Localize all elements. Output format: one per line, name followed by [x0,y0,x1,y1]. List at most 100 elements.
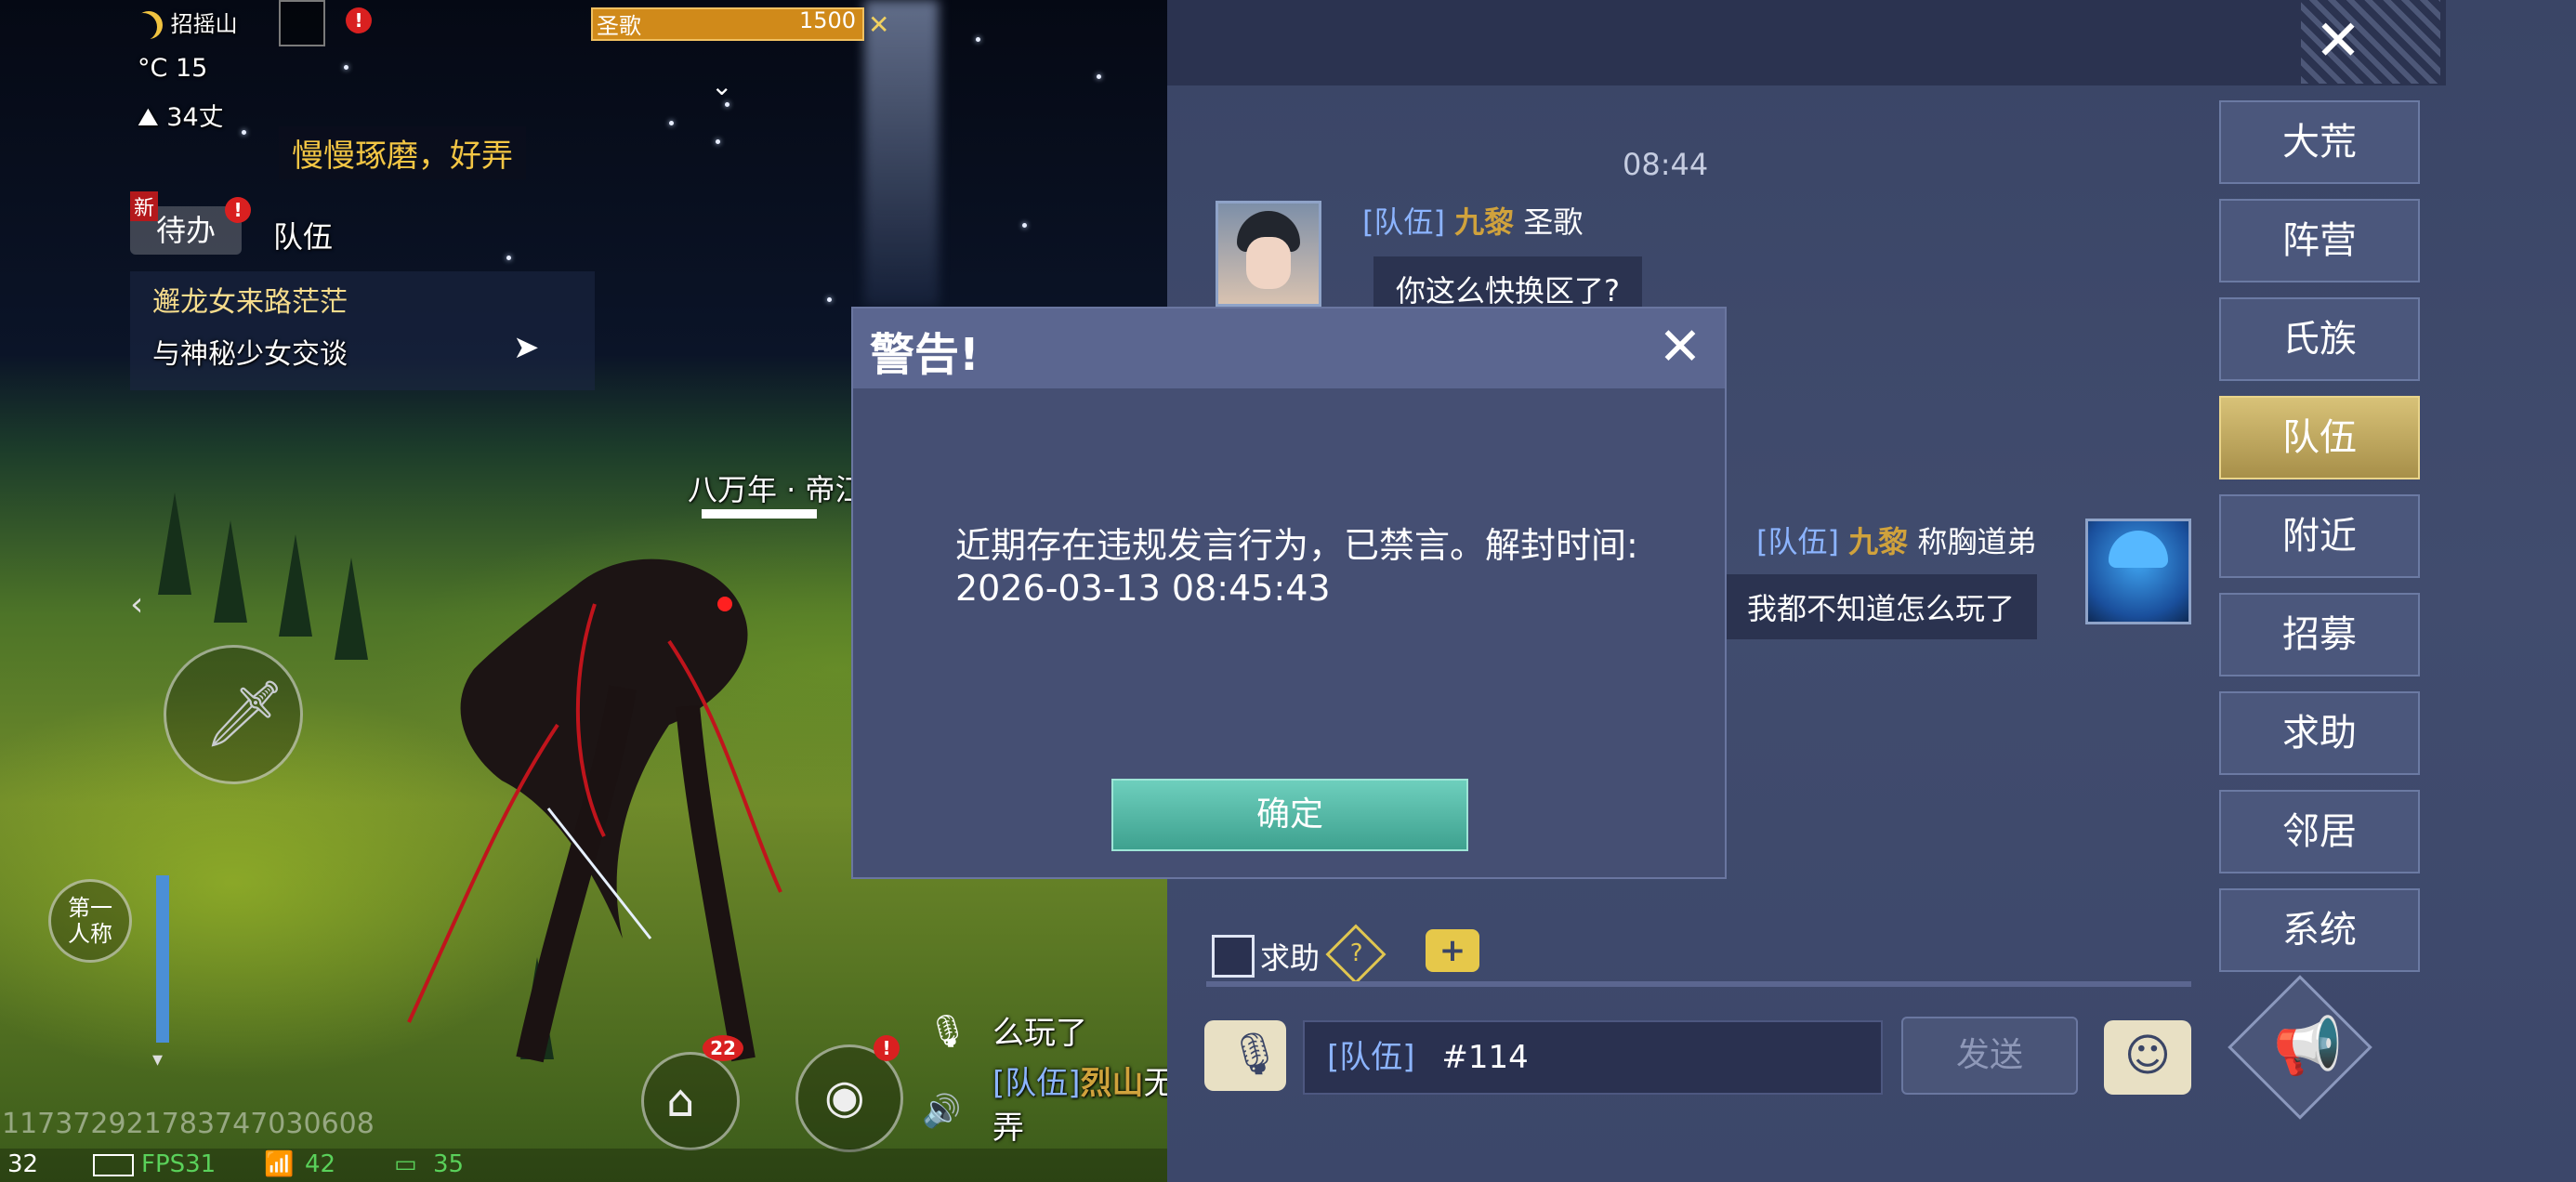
tab-team[interactable]: 队伍 [273,214,333,256]
temperature-unit: °C [138,54,168,83]
help-question-icon[interactable]: ? [1325,924,1387,985]
region-progress [702,509,817,519]
star [506,256,511,260]
chat-preview-line1: 么玩了 [992,1015,1087,1052]
waterfall-glow [864,0,939,307]
moon-icon [135,11,163,39]
ping-value: 32 [7,1150,39,1178]
bag-icon: ◉ [824,1070,865,1123]
quest-title: 邂龙女来路茫茫 [152,286,348,319]
emoji-button[interactable]: ☺ [2104,1020,2191,1095]
dialog-title: 警告! [870,329,979,381]
temperature-row: °C 15 [138,54,207,83]
chat-timestamp: 08:44 [1623,147,1709,182]
home-button[interactable]: ⌂ [641,1052,740,1150]
avatar-face [1246,237,1291,289]
house-icon: ⌂ [666,1075,695,1127]
help-checkbox[interactable] [1212,935,1255,978]
star [1097,74,1101,79]
chat-input-channel: [队伍] [1327,1039,1415,1076]
zoom-slider[interactable] [156,875,169,1043]
mountain-icon: ⛰ [138,103,159,132]
bag-alert-dot: ! [874,1035,900,1061]
message-guild: 九黎 [1848,524,1909,559]
chat-input-value: #114 [1441,1039,1529,1076]
star [344,65,348,70]
dark-beast-creature[interactable] [390,502,911,1078]
star [1022,223,1027,228]
message-sender[interactable]: 称胸道弟 [1917,524,2036,559]
sword-attack-button[interactable]: 🗡 [164,645,303,784]
channel-tab-faction[interactable]: 阵营 [2219,199,2420,282]
quest-step: 与神秘少女交谈 [152,338,348,371]
chevron-down-icon[interactable]: ⌄ [711,71,732,101]
region-label: 八万年 · 帝江 [688,472,865,507]
location-name: 招摇山 [170,11,238,37]
chevron-left-icon[interactable]: ‹ [130,585,143,624]
star [725,102,729,107]
star [976,37,980,42]
channel-tab-clan[interactable]: 氏族 [2219,297,2420,381]
sword-icon: 🗡 [204,676,286,752]
paper-plane-icon[interactable]: ➤ [513,329,540,366]
chat-preview-guild: 烈山 [1080,1065,1144,1102]
new-badge: 新 [130,191,159,221]
channel-tab-dahuang[interactable]: 大荒 [2219,100,2420,184]
star [716,139,720,144]
first-person-toggle[interactable]: 第一 人称 [48,879,132,963]
megaphone-icon: 📢 [2273,1014,2343,1079]
slider-handle-icon[interactable]: ▾ [152,1048,163,1071]
tree [214,520,247,623]
avatar[interactable] [2085,519,2191,624]
chat-preview-channel: [队伍] [992,1065,1081,1102]
channel-tab-recruit[interactable]: 招募 [2219,593,2420,676]
send-button[interactable]: 发送 [1901,1017,2078,1095]
wifi-value: 42 [305,1150,336,1178]
temperature-value: 15 [175,54,208,83]
wifi-icon: 📶 [264,1150,295,1178]
smiley-icon: ☺ [2124,1030,2172,1082]
confirm-button[interactable]: 确定 [1111,779,1468,851]
microphone-icon[interactable]: 🎙 [927,1013,967,1050]
tree [279,534,312,637]
target-name: 圣歌 [597,13,641,39]
microphone-icon: 🎙 [1229,1031,1281,1078]
jellyfish-icon [2109,531,2168,568]
avatar[interactable] [1216,201,1321,307]
message-guild: 九黎 [1454,204,1515,240]
chat-preview-line3: 弄 [992,1110,1024,1147]
channel-tab-system[interactable]: 系统 [2219,888,2420,972]
add-chat-icon[interactable]: + [1426,929,1479,972]
help-question-mark: ? [1349,939,1363,968]
chat-count-value: 35 [433,1150,465,1178]
channel-tab-help[interactable]: 求助 [2219,691,2420,775]
channel-tab-nearby[interactable]: 附近 [2219,494,2420,578]
altitude-row: ⛰ 34丈 [138,97,224,133]
quest-tracker[interactable]: 邂龙女来路茫茫 与神秘少女交谈 ➤ [130,271,595,390]
altitude-value: 34丈 [166,103,224,132]
speaker-icon[interactable]: 🔊 [922,1093,961,1130]
player-id: 1173729217837470306​08 [2,1108,375,1140]
target-hp-value: 1500 [799,7,857,33]
battery-icon [93,1154,134,1176]
chat-preview-name: 无 [1143,1065,1167,1102]
dialog-unban-time: 2026-03-13 08:45:43 [955,568,1331,609]
message-sender[interactable]: 圣歌 [1523,204,1583,240]
message-bubble[interactable]: 我都不知道怎么玩了 [1725,574,2038,639]
chat-header [1167,0,2446,85]
chat-input[interactable]: [队伍] #114 [1303,1020,1883,1095]
status-bar: 32 FPS31 📶 42 ▭ 35 [0,1149,1167,1182]
star [827,297,832,302]
close-icon[interactable]: ✕ [2299,2,2377,80]
message-header: [队伍] 九黎 称胸道弟 [1756,519,2036,561]
stomach-icon[interactable] [279,0,325,46]
channel-tab-team[interactable]: 队伍 [2219,396,2420,479]
todo-alert-dot: ! [225,197,251,223]
channel-tab-neighbor[interactable]: 邻居 [2219,790,2420,873]
location-row: 招摇山 [135,6,238,39]
chat-count-icon: ▭ [394,1150,417,1178]
npc-hint-bubble: 慢慢琢磨，好弄 [279,126,526,179]
close-icon[interactable]: ✕ [1649,316,1712,379]
dialog-message: 近期存在违规发言行为，已禁言。解封时间: 2026-03-13 08:45:43 [955,524,1662,610]
voice-input-button[interactable]: 🎙 [1204,1020,1286,1091]
